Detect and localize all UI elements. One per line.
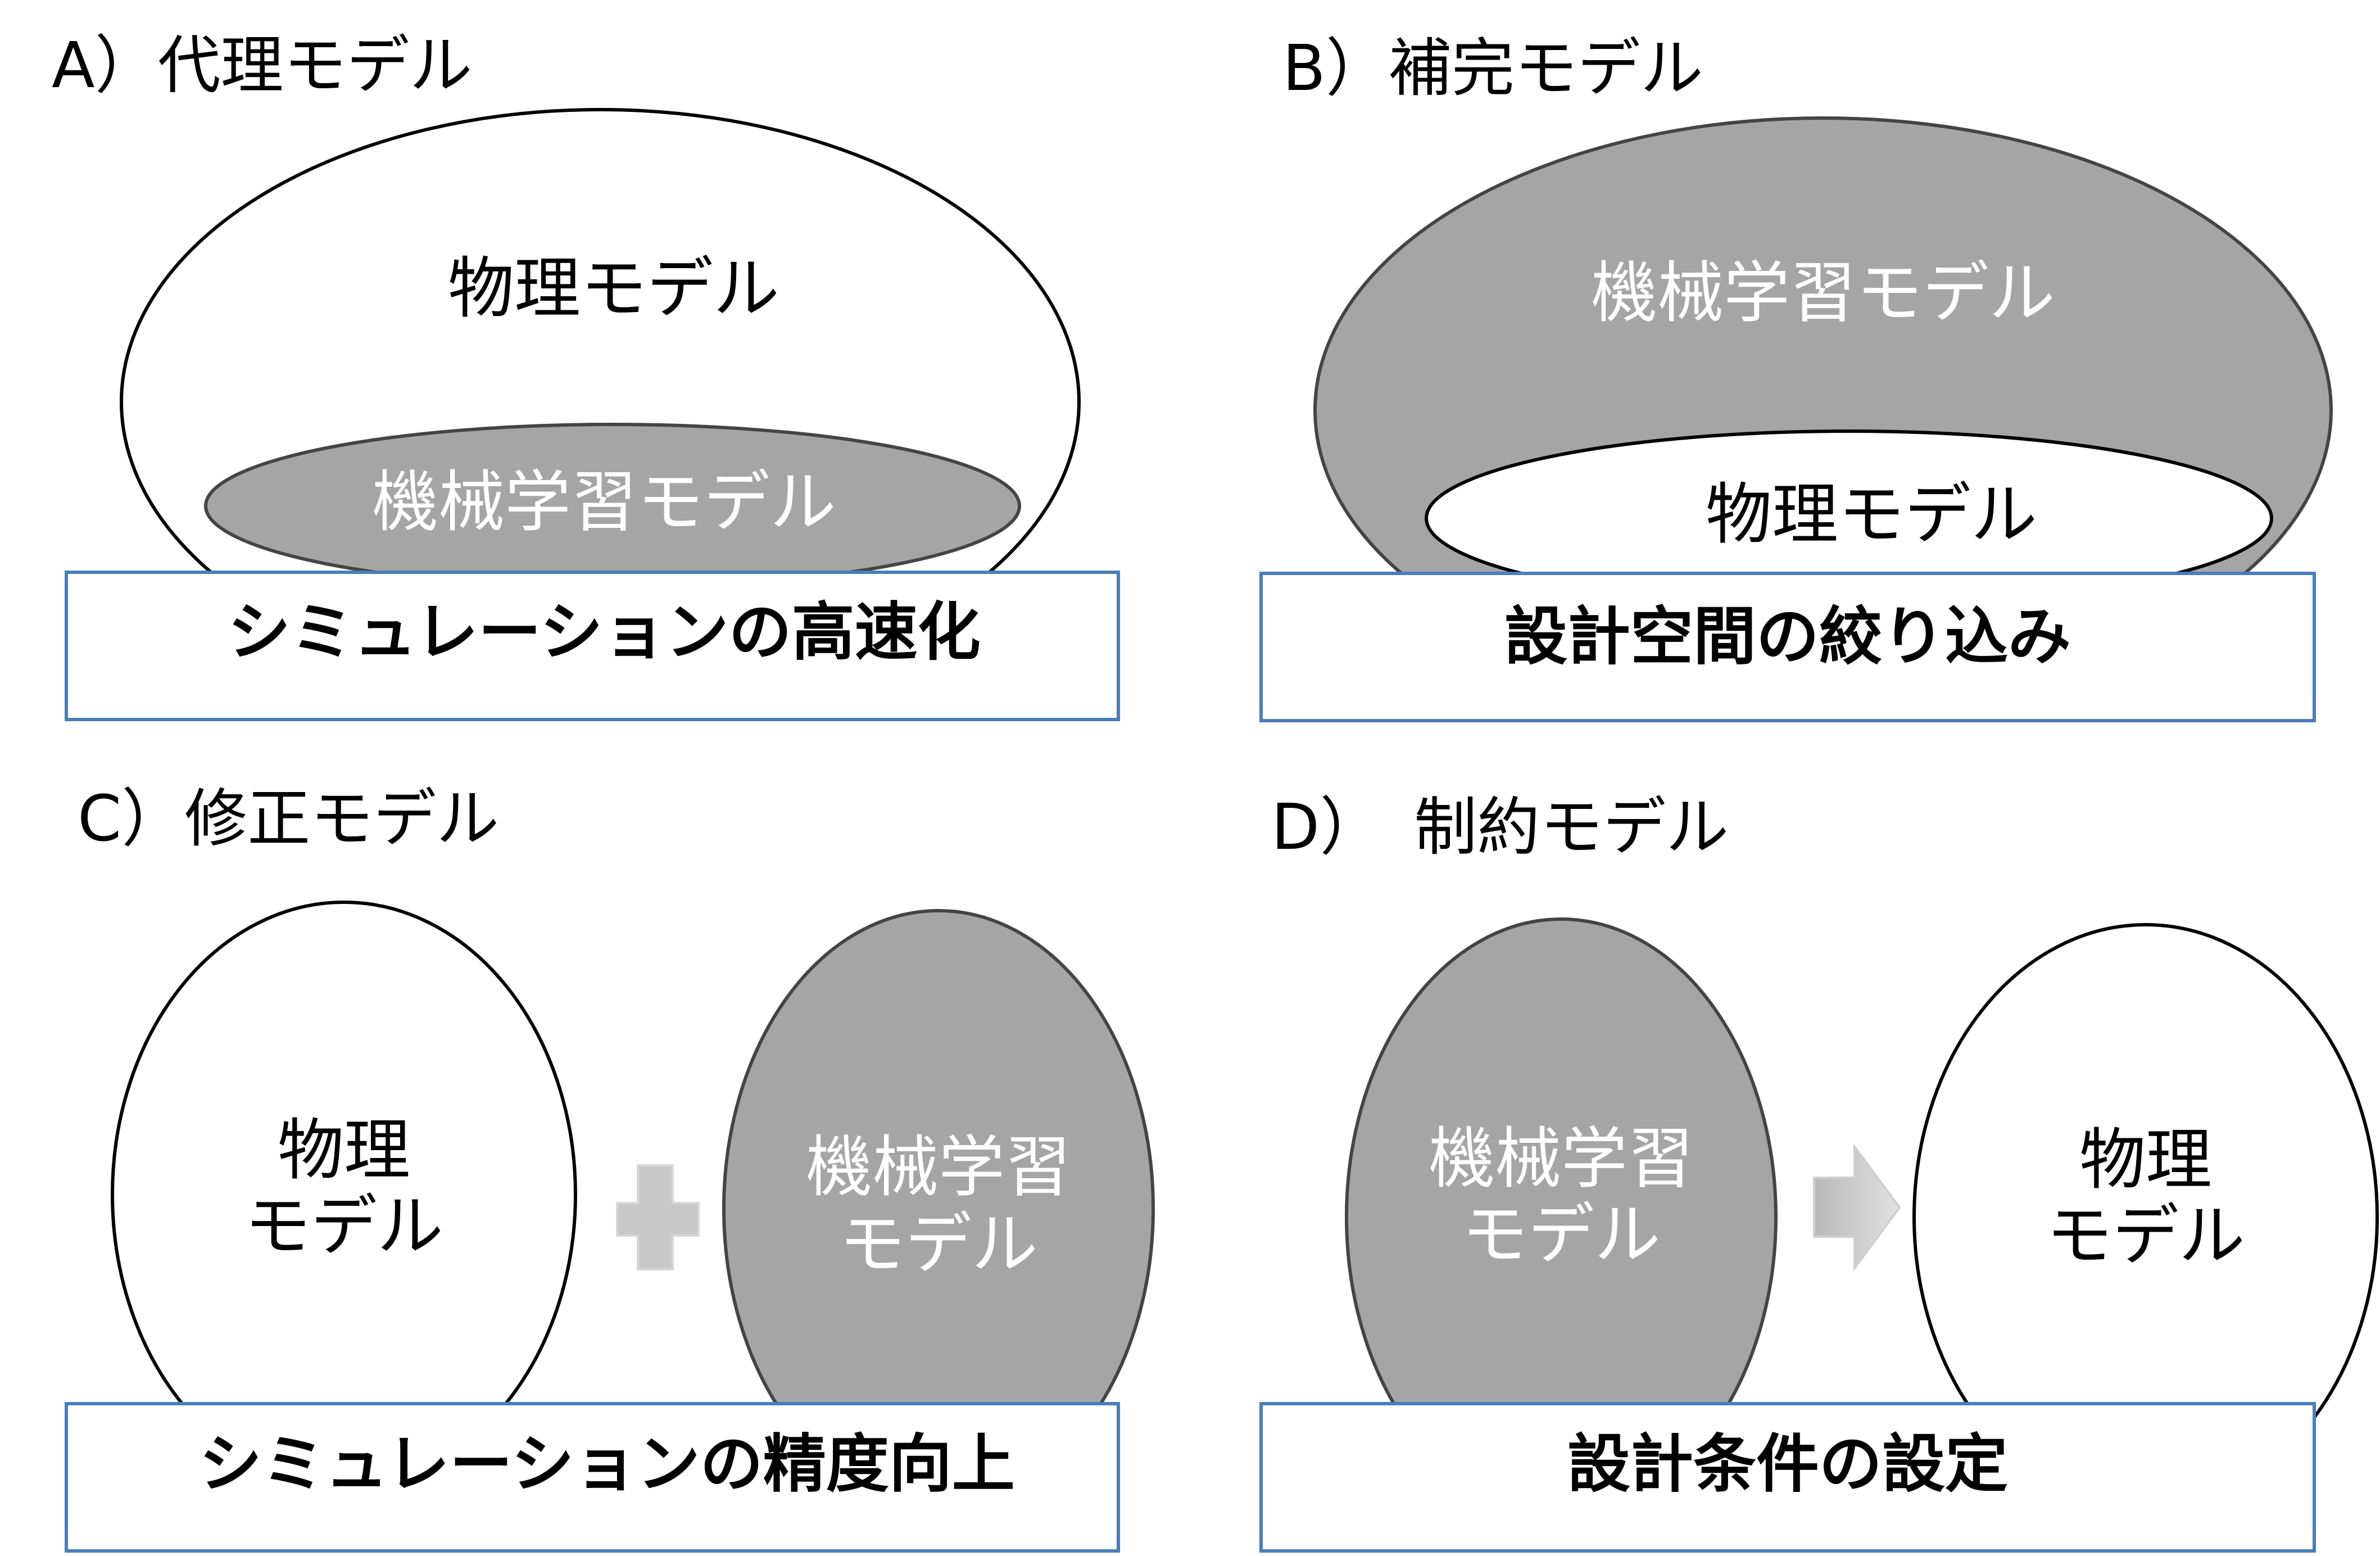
- panel-c: C）修正モデル 物理 モデル 機械学習 モデル シミュレーションの精度向上: [65, 782, 1155, 1553]
- panel-d-ml-label-line1: 機械学習: [1429, 1120, 1694, 1197]
- panel-d-outcome-label: 設計条件の設定: [1567, 1428, 2008, 1501]
- panel-c-ml-label-line2: モデル: [839, 1205, 1038, 1283]
- panel-d-physics-label-line1: 物理: [2079, 1121, 2212, 1198]
- panel-d-title: D） 制約モデル: [1271, 791, 1729, 864]
- panel-d-physics-label-line2: モデル: [2046, 1197, 2245, 1274]
- panel-a-ml-label: 機械学習モデル: [372, 463, 836, 541]
- panel-b-title: B）補完モデル: [1282, 32, 1703, 105]
- panel-c-title: C）修正モデル: [78, 782, 499, 856]
- panel-a: A）代理モデル 物理モデル 機械学習モデル シミュレーションの高速化: [52, 29, 1120, 721]
- panel-c-physics-label-line1: 物理: [278, 1111, 410, 1189]
- panel-a-physics-label: 物理モデル: [448, 250, 779, 327]
- panel-c-physics-label-line2: モデル: [244, 1187, 443, 1265]
- panel-b-outcome-label: 設計空間の絞り込み: [1504, 600, 2071, 673]
- panel-d-ml-label-line2: モデル: [1462, 1196, 1661, 1273]
- arrow-right-icon: [1813, 1143, 1901, 1272]
- panel-a-outcome-label: シミュレーションの高速化: [228, 596, 981, 669]
- panel-c-outcome-label: シミュレーションの精度向上: [199, 1428, 1015, 1501]
- ml-model-types-diagram: A）代理モデル 物理モデル 機械学習モデル シミュレーションの高速化 B）補完モ…: [52, 29, 2379, 1553]
- panel-d: D） 制約モデル 機械学習 モデル 物理 モデル 設計条件の設定: [1259, 791, 2379, 1553]
- panel-c-ml-label-line1: 機械学習: [806, 1128, 1071, 1206]
- panel-b-physics-label: 物理モデル: [1706, 476, 2037, 553]
- panel-a-title: A）代理モデル: [52, 29, 473, 102]
- panel-b: B）補完モデル 機械学習モデル 物理モデル 設計空間の絞り込み: [1259, 32, 2333, 722]
- panel-b-ml-label: 機械学習モデル: [1591, 254, 2055, 332]
- plus-icon: [616, 1164, 700, 1270]
